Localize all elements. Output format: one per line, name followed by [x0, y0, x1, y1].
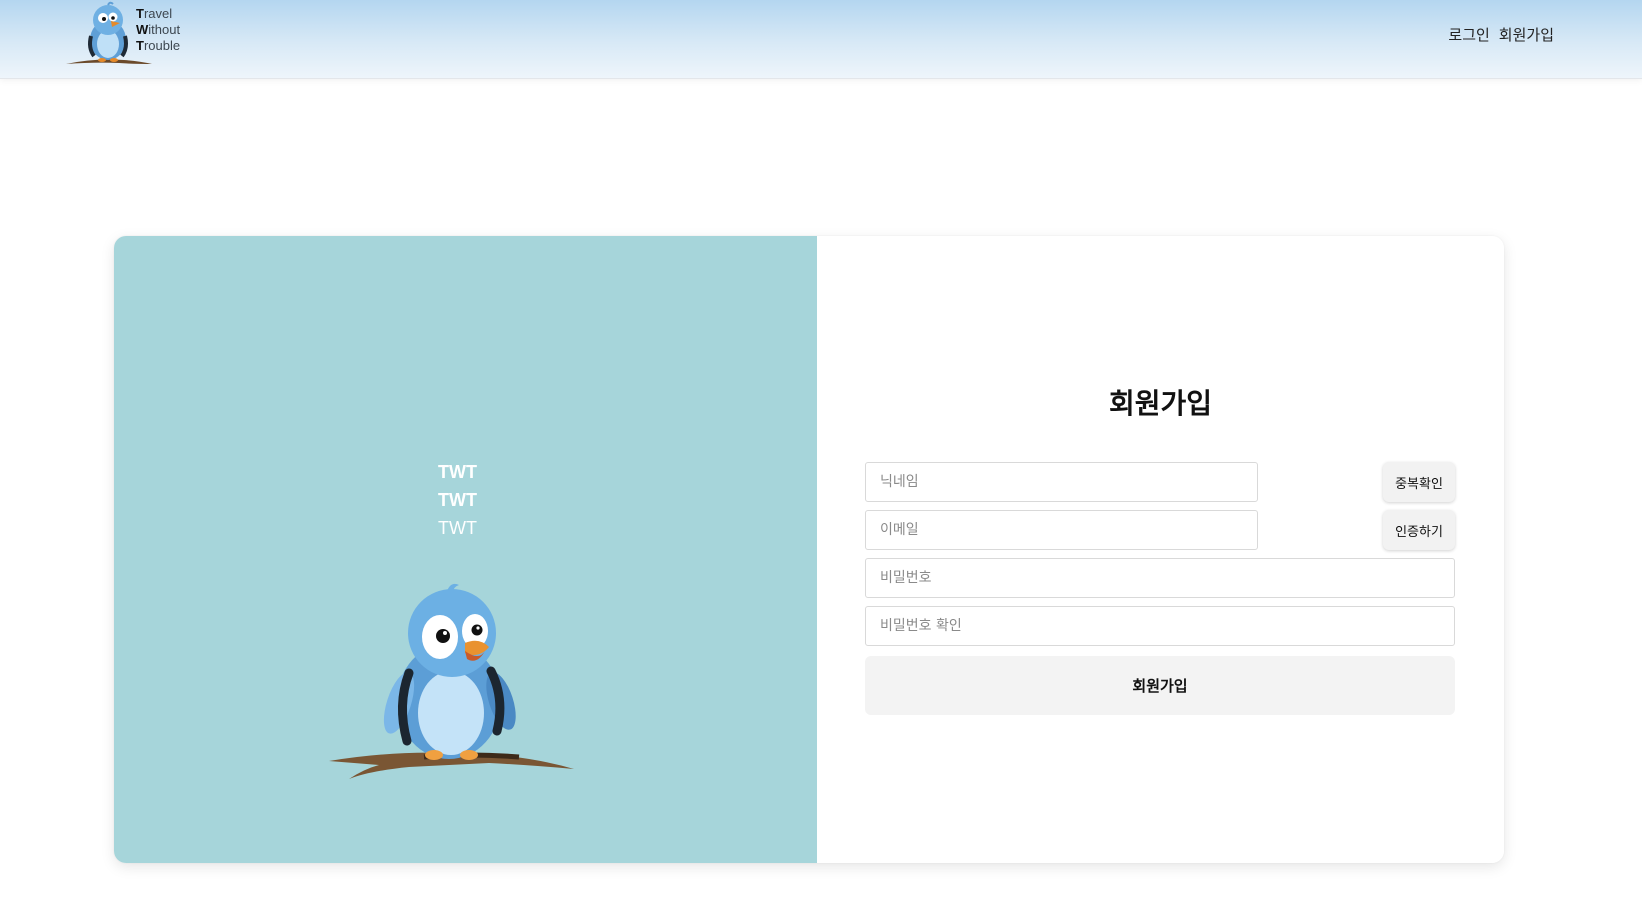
signup-title: 회원가입 [1108, 387, 1213, 420]
nickname-input[interactable] [865, 462, 1258, 502]
brand-panel: TWT TWT TWT [114, 236, 817, 863]
header-nav: 로그인 회원가입 [1448, 24, 1554, 45]
nickname-duplicate-check-button[interactable]: 중복확인 [1383, 462, 1455, 502]
top-header: Travel Without Trouble 로그인 회원가입 [0, 0, 1642, 79]
email-input[interactable] [865, 510, 1258, 550]
twt-line-3: TWT [438, 518, 477, 538]
twt-line-1: TWT [438, 462, 477, 482]
email-verify-button[interactable]: 인증하기 [1383, 510, 1455, 550]
signup-card: TWT TWT TWT 회원가입 닉네임 중복확인 이메일 인증하기 회원가입 [114, 236, 1504, 863]
logo-wordmark: Travel Without Trouble [136, 6, 181, 53]
twt-text-stack: TWT TWT TWT [114, 458, 801, 542]
signup-submit-button[interactable]: 회원가입 [865, 656, 1455, 715]
signup-form-panel: 회원가입 중복확인 인증하기 회원가입 [817, 236, 1504, 863]
twt-line-2: TWT [438, 490, 477, 510]
home-logo[interactable]: Travel Without Trouble [64, 0, 194, 70]
password-input[interactable] [865, 558, 1455, 598]
login-link[interactable]: 로그인 [1448, 24, 1489, 45]
password-confirm-input[interactable] [865, 606, 1455, 646]
bird-mascot-illustration [329, 583, 574, 779]
signup-link[interactable]: 회원가입 [1499, 24, 1554, 45]
